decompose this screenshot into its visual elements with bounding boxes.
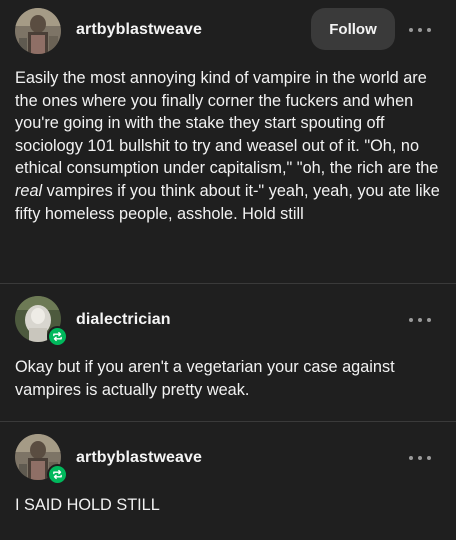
post-2: dialectrician Okay but if you aren't a v… (0, 284, 456, 422)
more-options-icon[interactable] (409, 453, 431, 463)
post-text: Easily the most annoying kind of vampire… (15, 69, 439, 178)
follow-button[interactable]: Follow (311, 8, 395, 50)
post-body: Okay but if you aren't a vegetarian your… (15, 358, 395, 399)
post-1: artbyblastweave Follow Easily the most a… (0, 0, 456, 284)
reblog-icon (47, 326, 68, 347)
post-text: vampires if you think about it-" yeah, y… (15, 181, 440, 223)
username[interactable]: dialectrician (76, 311, 171, 329)
post-text-emphasis: real (15, 181, 43, 200)
username[interactable]: artbyblastweave (76, 449, 202, 467)
reblog-icon (47, 464, 68, 485)
more-options-icon[interactable] (409, 315, 431, 325)
avatar[interactable] (15, 8, 61, 54)
post-body: Easily the most annoying kind of vampire… (15, 67, 440, 225)
username[interactable]: artbyblastweave (76, 21, 202, 39)
post-3: artbyblastweave I SAID HOLD STILL (0, 422, 456, 540)
post-body: I SAID HOLD STILL (15, 496, 160, 514)
more-options-icon[interactable] (409, 25, 431, 35)
